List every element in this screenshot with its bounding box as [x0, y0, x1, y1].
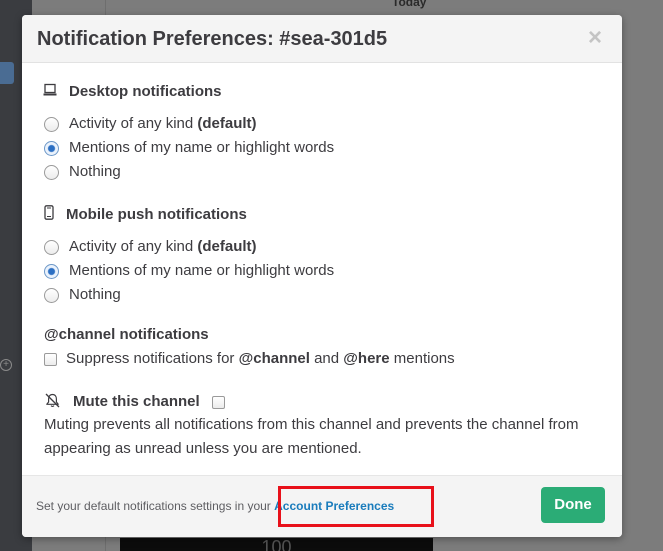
mute-checkbox[interactable] — [212, 396, 225, 409]
radio-button[interactable] — [44, 240, 59, 255]
radio-button[interactable] — [44, 165, 59, 180]
laptop-icon — [43, 83, 57, 96]
highlight-box — [278, 486, 434, 527]
close-icon[interactable]: × — [584, 26, 606, 50]
option-label: Mentions of my name or highlight words — [69, 139, 335, 156]
mute-channel-heading: Mute this channel — [73, 393, 200, 410]
option-label: Activity of any kind (default) — [69, 238, 257, 255]
done-button[interactable]: Done — [541, 487, 605, 523]
radio-button[interactable] — [44, 288, 59, 303]
radio-button[interactable] — [44, 117, 59, 132]
modal-title: Notification Preferences: #sea-301d5 — [37, 28, 388, 50]
background-bottom-text: 100 — [261, 538, 292, 551]
option-label: Nothing — [69, 163, 121, 180]
channel-notifications-heading: @channel notifications — [44, 326, 209, 343]
option-label: Nothing — [69, 286, 121, 303]
background-dark-image: 100 — [120, 538, 433, 551]
option-label: Activity of any kind (default) — [69, 115, 257, 132]
modal-header: Notification Preferences: #sea-301d5 × — [22, 15, 622, 63]
option-label: Mentions of my name or highlight words — [69, 262, 335, 279]
suppress-checkbox[interactable] — [44, 353, 57, 366]
radio-button-selected[interactable] — [44, 264, 59, 279]
background-add-icon: + — [0, 359, 12, 371]
radio-button-selected[interactable] — [44, 141, 59, 156]
muted-bell-icon — [45, 393, 60, 408]
mobile-phone-icon — [44, 205, 54, 220]
background-today-label: Today — [392, 0, 427, 9]
mobile-notifications-heading: Mobile push notifications — [66, 206, 247, 223]
desktop-notifications-heading: Desktop notifications — [69, 83, 222, 100]
mute-description: Muting prevents all notifications from t… — [44, 416, 579, 457]
notification-preferences-modal: Notification Preferences: #sea-301d5 × D… — [22, 15, 622, 537]
suppress-label: Suppress notifications for @channel and … — [66, 350, 455, 367]
modal-footer: Set your default notifications settings … — [22, 475, 622, 537]
background-sidebar-active-item — [0, 62, 14, 84]
